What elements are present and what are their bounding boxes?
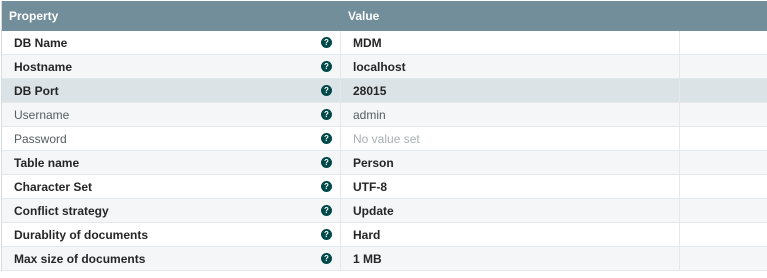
row-actions-cell — [680, 151, 767, 174]
table-row-durability-of-documents[interactable]: Durablity of documents? Hard — [2, 223, 767, 247]
help-icon[interactable]: ? — [321, 37, 332, 48]
help-icon[interactable]: ? — [321, 133, 332, 144]
property-name: Max size of documents — [14, 251, 146, 266]
property-name: Character Set — [14, 179, 93, 194]
table-row-max-size-of-documents[interactable]: Max size of documents? 1 MB — [2, 247, 767, 271]
table-row-db-name[interactable]: DB Name? MDM — [2, 31, 767, 55]
property-name: Hostname — [14, 59, 73, 74]
property-value[interactable]: localhost — [353, 60, 406, 74]
table-row-character-set[interactable]: Character Set? UTF-8 — [2, 175, 767, 199]
table-row-conflict-strategy[interactable]: Conflict strategy? Update — [2, 199, 767, 223]
table-row-db-port[interactable]: DB Port? 28015 — [2, 79, 767, 103]
help-icon[interactable]: ? — [321, 229, 332, 240]
help-icon[interactable]: ? — [321, 85, 332, 96]
help-icon[interactable]: ? — [321, 253, 332, 264]
property-value[interactable]: Person — [353, 156, 394, 170]
help-icon[interactable]: ? — [321, 181, 332, 192]
row-actions-cell — [680, 247, 767, 270]
property-name: Conflict strategy — [14, 203, 109, 218]
row-actions-cell — [680, 175, 767, 198]
property-name: Durablity of documents — [14, 227, 149, 242]
row-actions-cell — [680, 79, 767, 102]
column-header-value[interactable]: Value — [341, 9, 767, 23]
property-name: Table name — [14, 155, 80, 170]
property-value[interactable]: UTF-8 — [353, 180, 387, 194]
help-icon[interactable]: ? — [321, 205, 332, 216]
property-value[interactable]: 1 MB — [353, 252, 382, 266]
row-actions-cell — [680, 103, 767, 126]
row-actions-cell — [680, 127, 767, 150]
property-value[interactable]: admin — [353, 108, 386, 122]
table-row-password[interactable]: Password? No value set — [2, 127, 767, 151]
property-name: DB Port — [14, 83, 59, 98]
row-actions-cell — [680, 223, 767, 246]
properties-table: Property Value DB Name? MDM Hostname? lo… — [1, 1, 767, 271]
help-icon[interactable]: ? — [321, 157, 332, 168]
property-name: Password — [14, 131, 67, 146]
column-header-property[interactable]: Property — [2, 9, 341, 23]
property-name: DB Name — [14, 35, 68, 50]
table-header: Property Value — [2, 1, 767, 31]
property-value[interactable]: Update — [353, 204, 394, 218]
help-icon[interactable]: ? — [321, 61, 332, 72]
table-row-username[interactable]: Username? admin — [2, 103, 767, 127]
table-row-hostname[interactable]: Hostname? localhost — [2, 55, 767, 79]
help-icon[interactable]: ? — [321, 109, 332, 120]
property-value[interactable]: No value set — [353, 132, 420, 146]
row-actions-cell — [680, 31, 767, 54]
property-value[interactable]: 28015 — [353, 84, 386, 98]
row-actions-cell — [680, 199, 767, 222]
property-value[interactable]: MDM — [353, 36, 382, 50]
property-name: Username — [14, 107, 70, 122]
table-row-table-name[interactable]: Table name? Person — [2, 151, 767, 175]
property-value[interactable]: Hard — [353, 228, 380, 242]
row-actions-cell — [680, 55, 767, 78]
